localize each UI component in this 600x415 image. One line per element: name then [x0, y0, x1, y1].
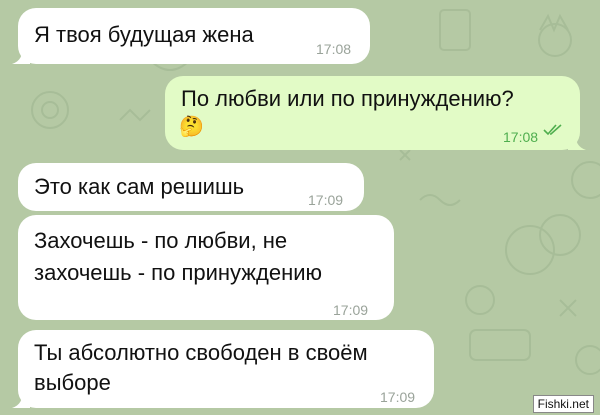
message-time: 17:09 — [333, 302, 369, 318]
incoming-message-bubble[interactable]: Это как сам решишь 17:09 — [18, 163, 364, 211]
message-text-line: выборе — [34, 370, 111, 395]
bubble-tail-icon — [12, 46, 30, 64]
bubble-tail-icon — [568, 132, 586, 150]
message-text: Я твоя будущая жена — [34, 22, 254, 47]
thinking-face-emoji: 🤔 — [179, 116, 204, 138]
double-check-icon — [543, 124, 562, 136]
message-time: 17:08 — [503, 129, 539, 145]
message-text-line: Захочешь - по любви, не — [34, 228, 288, 253]
message-time: 17:09 — [380, 389, 416, 405]
message-text-line: Ты абсолютно свободен в своём — [34, 340, 368, 365]
incoming-message-bubble[interactable]: Ты абсолютно свободен в своём выборе 17:… — [12, 330, 434, 408]
message-text: По любви или по принуждению? — [181, 86, 514, 111]
message-time: 17:09 — [308, 192, 344, 208]
incoming-message-bubble[interactable]: Захочешь - по любви, не захочешь - по пр… — [18, 215, 394, 320]
outgoing-message-bubble[interactable]: По любви или по принуждению? 🤔 17:08 — [165, 76, 586, 150]
message-text: Это как сам решишь — [34, 174, 245, 199]
watermark: Fishki.net — [532, 395, 594, 413]
message-text-line: захочешь - по принуждению — [34, 260, 323, 285]
message-time: 17:08 — [316, 41, 352, 57]
bubble-tail-icon — [12, 390, 30, 408]
incoming-message-bubble[interactable]: Я твоя будущая жена 17:08 — [12, 8, 370, 64]
